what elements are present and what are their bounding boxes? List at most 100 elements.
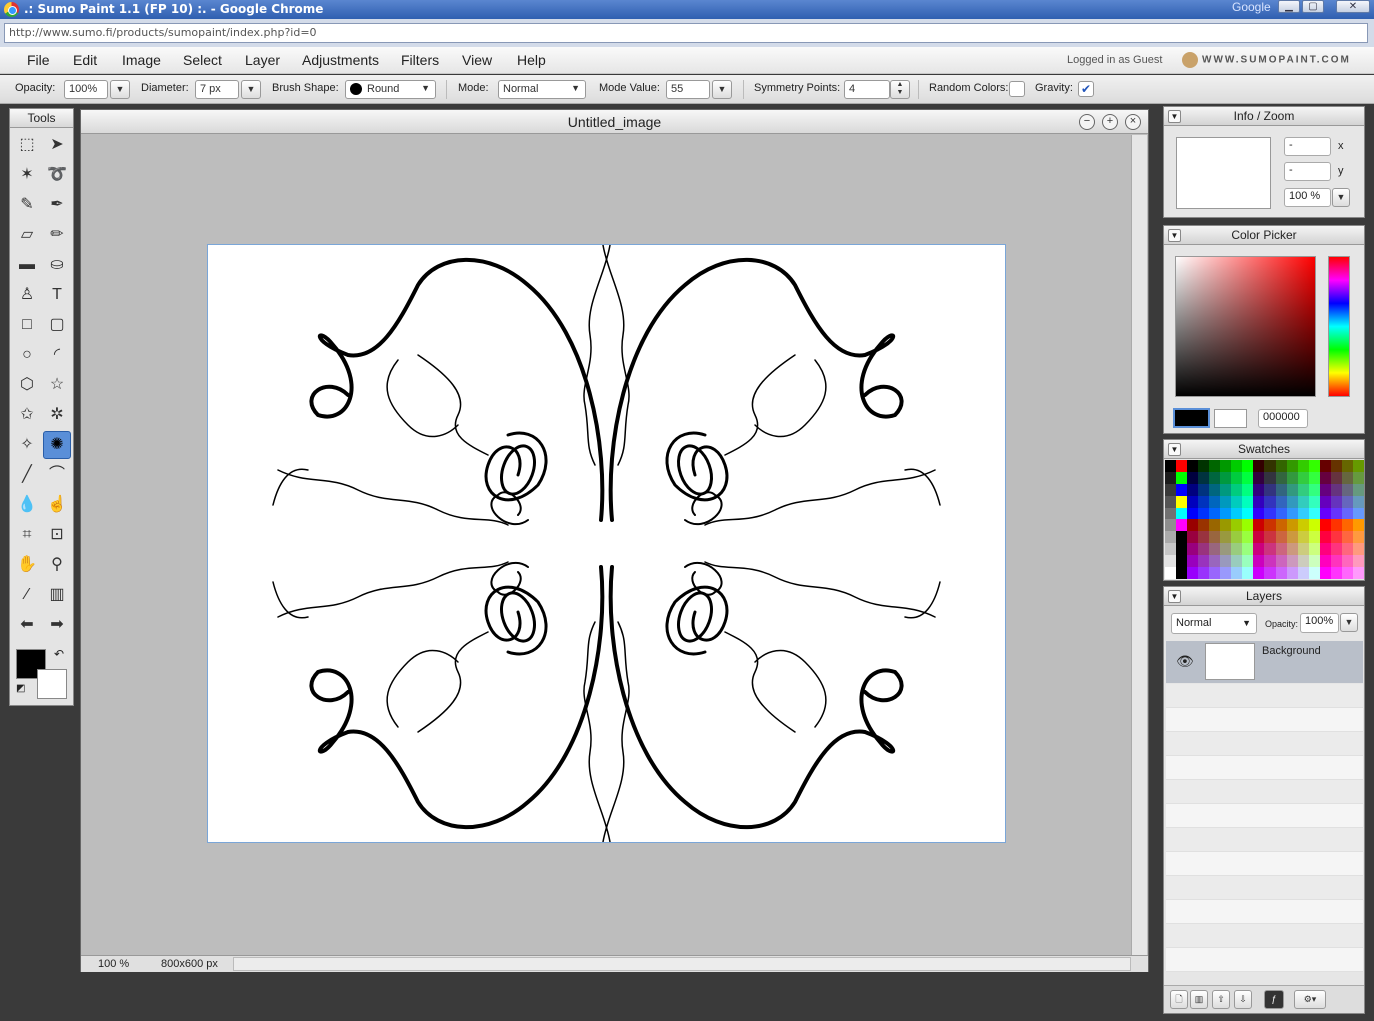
color-swatch[interactable]: [1341, 531, 1353, 544]
color-swatch[interactable]: [1286, 507, 1298, 520]
redo-arrow-icon[interactable]: ➡: [43, 611, 71, 639]
menu-select[interactable]: Select: [183, 52, 222, 68]
color-swatch[interactable]: [1198, 483, 1210, 496]
color-swatch[interactable]: [1319, 471, 1331, 484]
color-swatch[interactable]: [1264, 555, 1276, 568]
color-swatch[interactable]: [1253, 555, 1265, 568]
random-colors-checkbox[interactable]: [1009, 81, 1025, 97]
layer-effects-icon[interactable]: ƒ: [1264, 990, 1284, 1009]
color-swatch[interactable]: [1319, 495, 1331, 508]
mode-value-field[interactable]: 55: [666, 80, 710, 99]
blur-tool-icon[interactable]: 💧: [13, 491, 41, 519]
color-swatch[interactable]: [1198, 519, 1210, 532]
color-swatch[interactable]: [1176, 507, 1188, 520]
rounded-rect-tool-icon[interactable]: ▢: [43, 311, 71, 339]
ink-tool-icon[interactable]: ✒: [43, 191, 71, 219]
gear-shape-tool-icon[interactable]: ✲: [43, 401, 71, 429]
color-swatch[interactable]: [1308, 543, 1320, 556]
color-swatch[interactable]: [1231, 495, 1243, 508]
color-swatch[interactable]: [1308, 519, 1320, 532]
zoom-tool-icon[interactable]: ⚲: [43, 551, 71, 579]
color-swatch[interactable]: [1341, 495, 1353, 508]
fill-tool-icon[interactable]: ⛀: [43, 251, 71, 279]
color-swatch[interactable]: [1220, 555, 1232, 568]
color-swatch[interactable]: [1319, 483, 1331, 496]
lasso-tool-icon[interactable]: ➰: [43, 161, 71, 189]
color-swatch[interactable]: [1187, 543, 1199, 556]
maximize-button[interactable]: ▢: [1302, 0, 1324, 13]
color-swatch[interactable]: [1264, 531, 1276, 544]
color-swatch[interactable]: [1352, 543, 1364, 556]
color-swatch[interactable]: [1319, 567, 1331, 579]
color-swatch[interactable]: [1253, 543, 1265, 556]
color-swatch[interactable]: [1231, 519, 1243, 532]
color-swatch[interactable]: [1319, 460, 1331, 472]
color-swatch[interactable]: [1275, 495, 1287, 508]
color-swatch[interactable]: [1264, 567, 1276, 579]
color-swatch[interactable]: [1253, 507, 1265, 520]
color-swatch[interactable]: [1319, 531, 1331, 544]
close-window-button[interactable]: ✕: [1336, 0, 1370, 13]
rectangle-tool-icon[interactable]: □: [13, 311, 41, 339]
color-swatch[interactable]: [1308, 483, 1320, 496]
url-input[interactable]: http://www.sumo.fi/products/sumopaint/in…: [4, 23, 1368, 43]
gravity-checkbox[interactable]: ✔: [1078, 81, 1094, 97]
menu-filters[interactable]: Filters: [401, 52, 439, 68]
color-swatch[interactable]: [1341, 507, 1353, 520]
color-swatch[interactable]: [1231, 507, 1243, 520]
color-swatch[interactable]: [1242, 483, 1254, 496]
color-swatch[interactable]: [1264, 543, 1276, 556]
color-swatch[interactable]: [1198, 471, 1210, 484]
color-swatch[interactable]: [1286, 495, 1298, 508]
color-swatch[interactable]: [1352, 471, 1364, 484]
color-swatch[interactable]: [1220, 567, 1232, 579]
eye-visibility-icon[interactable]: 👁: [1176, 653, 1194, 670]
color-swatch[interactable]: [1275, 519, 1287, 532]
color-swatch[interactable]: [1319, 555, 1331, 568]
color-swatch[interactable]: [1330, 483, 1342, 496]
color-swatch[interactable]: [1308, 567, 1320, 579]
eyedropper-tool-icon[interactable]: ⁄: [13, 581, 41, 609]
opacity-dropdown-icon[interactable]: ▼: [110, 80, 130, 99]
color-swatch[interactable]: [1231, 483, 1243, 496]
color-swatch[interactable]: [1231, 460, 1243, 472]
color-swatch[interactable]: [1341, 460, 1353, 472]
color-swatch[interactable]: [1220, 460, 1232, 472]
color-swatch[interactable]: [1352, 483, 1364, 496]
color-swatch[interactable]: [1341, 519, 1353, 532]
swap-colors-icon[interactable]: ↶: [54, 647, 64, 661]
brush-shape-select[interactable]: Round ▼: [345, 80, 436, 99]
color-swatch[interactable]: [1297, 543, 1309, 556]
color-swatch[interactable]: [1242, 519, 1254, 532]
color-swatch[interactable]: [1319, 519, 1331, 532]
color-swatch[interactable]: [1286, 567, 1298, 579]
color-swatch[interactable]: [1264, 460, 1276, 472]
blend-mode-select[interactable]: Normal ▼: [1171, 613, 1257, 634]
color-swatch[interactable]: [1231, 531, 1243, 544]
minimize-doc-icon[interactable]: −: [1079, 114, 1095, 130]
color-swatch[interactable]: [1231, 471, 1243, 484]
magic-wand-tool-icon[interactable]: ✶: [13, 161, 41, 189]
color-swatch[interactable]: [1286, 483, 1298, 496]
color-swatch[interactable]: [1176, 495, 1188, 508]
color-swatch[interactable]: [1242, 507, 1254, 520]
color-swatch[interactable]: [1209, 543, 1221, 556]
color-swatch[interactable]: [1231, 555, 1243, 568]
color-swatch[interactable]: [1253, 471, 1265, 484]
color-swatch[interactable]: [1220, 483, 1232, 496]
gradient-tool-icon[interactable]: ▬: [13, 251, 41, 279]
color-swatch[interactable]: [1352, 507, 1364, 520]
color-swatch[interactable]: [1341, 471, 1353, 484]
color-swatch[interactable]: [1264, 495, 1276, 508]
color-swatch[interactable]: [1297, 471, 1309, 484]
menu-file[interactable]: File: [27, 52, 50, 68]
hex-color-field[interactable]: 000000: [1258, 409, 1308, 428]
color-swatch[interactable]: [1286, 543, 1298, 556]
curve-tool-icon[interactable]: ⌒: [43, 461, 71, 489]
color-swatch[interactable]: [1231, 567, 1243, 579]
menu-layer[interactable]: Layer: [245, 52, 280, 68]
move-layer-down-icon[interactable]: ⇩: [1234, 990, 1252, 1009]
star-tool-icon[interactable]: ☆: [43, 371, 71, 399]
color-swatch[interactable]: [1275, 567, 1287, 579]
move-layer-up-icon[interactable]: ⇧: [1212, 990, 1230, 1009]
